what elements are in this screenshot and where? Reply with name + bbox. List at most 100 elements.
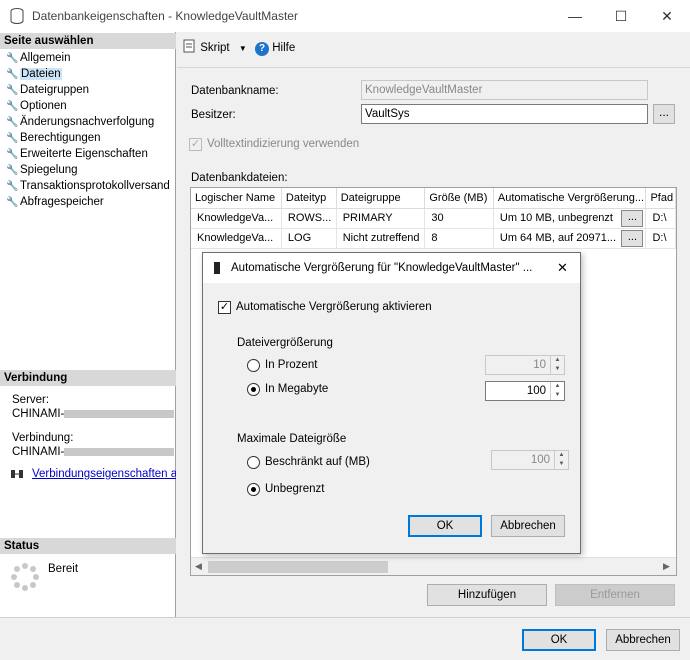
connection-header: Verbindung [0, 370, 176, 386]
page-item-dateien[interactable]: 🔧 Dateien [6, 66, 62, 82]
page-item-spiegelung[interactable]: 🔧 Spiegelung [6, 162, 78, 178]
close-button[interactable]: ✕ [644, 0, 690, 32]
spinner-arrows-icon: ▲ ▼ [550, 356, 564, 374]
minimize-button[interactable]: — [552, 0, 598, 32]
grid-header-row: Logischer Name Dateityp Dateigruppe Größ… [191, 188, 676, 209]
column-header[interactable]: Pfad [645, 188, 676, 209]
column-header[interactable]: Dateityp [281, 188, 337, 209]
wrench-icon: 🔧 [6, 133, 19, 144]
percent-label[interactable]: In Prozent [265, 359, 317, 371]
horizontal-scrollbar[interactable]: ◀ ▶ [191, 557, 676, 575]
connection-properties-link[interactable]: Verbindungseigenschaften anz [32, 468, 176, 480]
page-item-berechtigungen[interactable]: 🔧 Berechtigungen [6, 130, 101, 146]
ok-button[interactable]: OK [522, 629, 596, 651]
autogrow-browse-button[interactable]: ... [621, 209, 644, 227]
scrollbar-thumb[interactable] [208, 561, 388, 573]
unlimited-label[interactable]: Unbegrenzt [265, 483, 324, 495]
wrench-icon: 🔧 [6, 53, 19, 64]
wrench-icon: 🔧 [6, 181, 19, 192]
script-icon [183, 39, 195, 53]
page-item-erweiterte-eigenschaften[interactable]: 🔧 Erweiterte Eigenschaften [6, 146, 148, 162]
database-icon [214, 262, 220, 274]
window-title: Datenbankeigenschaften - KnowledgeVaultM… [32, 9, 298, 23]
table-cell[interactable]: PRIMARY [336, 208, 426, 229]
dialog-ok-button[interactable]: OK [408, 515, 482, 537]
column-header[interactable]: Größe (MB) [424, 188, 494, 209]
unlimited-radio[interactable] [247, 483, 260, 496]
status-value: Bereit [48, 563, 79, 575]
wrench-icon: 🔧 [6, 69, 19, 80]
limited-label[interactable]: Beschränkt auf (MB) [265, 456, 370, 468]
help-icon: ? [255, 42, 269, 56]
column-header[interactable]: Dateigruppe [336, 188, 426, 209]
owner-browse-button[interactable]: ... [653, 104, 675, 124]
table-cell[interactable]: Um 64 MB, auf 20971...... [493, 228, 647, 249]
table-cell[interactable]: LOG [281, 228, 337, 249]
page-item-allgemein[interactable]: 🔧 Allgemein [6, 50, 71, 66]
chevron-down-icon: ▼ [238, 44, 247, 53]
wrench-icon: 🔧 [6, 101, 19, 112]
table-cell[interactable]: Nicht zutreffend [336, 228, 426, 249]
table-cell[interactable]: KnowledgeVa... [191, 228, 282, 249]
connection-value: CHINAMI- [12, 446, 174, 458]
column-header[interactable]: Automatische Vergrößerung... [493, 188, 647, 209]
table-cell[interactable]: 30 [424, 208, 494, 229]
wrench-icon: 🔧 [6, 165, 19, 176]
help-button[interactable]: ? Hilfe [255, 38, 295, 58]
select-page-header: Seite auswählen [0, 33, 176, 49]
table-cell[interactable]: D:\ [645, 228, 676, 249]
page-item-dateigruppen[interactable]: 🔧 Dateigruppen [6, 82, 89, 98]
fulltext-label: Volltextindizierung verwenden [207, 138, 360, 150]
limited-radio[interactable] [247, 456, 260, 469]
table-cell[interactable]: D:\ [645, 208, 676, 229]
page-item-optionen[interactable]: 🔧 Optionen [6, 98, 67, 114]
spinner-arrows-icon[interactable]: ▲ ▼ [550, 382, 564, 400]
scroll-right-icon[interactable]: ▶ [663, 561, 670, 572]
script-button[interactable]: Skript ▼ [183, 38, 247, 58]
server-value: CHINAMI- [12, 408, 174, 420]
enable-autogrow-checkbox[interactable]: ✓ [218, 301, 231, 314]
dialog-cancel-button[interactable]: Abbrechen [491, 515, 565, 537]
maximize-button[interactable]: ☐ [598, 0, 644, 32]
fulltext-checkbox: ✓ [189, 138, 202, 151]
server-label: Server: [12, 394, 50, 406]
owner-label: Besitzer: [191, 109, 236, 121]
max-size-header: Maximale Dateigröße [237, 433, 347, 445]
page-item-transaktionsprotokollversand[interactable]: 🔧 Transaktionsprotokollversand [6, 178, 170, 194]
autogrow-browse-button[interactable]: ... [621, 229, 644, 247]
table-cell[interactable]: ROWS... [281, 208, 337, 229]
autogrow-dialog: Automatische Vergrößerung für "Knowledge… [202, 252, 581, 554]
cancel-button[interactable]: Abbrechen [606, 629, 680, 651]
wrench-icon: 🔧 [6, 197, 19, 208]
database-icon [10, 8, 24, 24]
megabyte-label[interactable]: In Megabyte [265, 383, 328, 395]
wrench-icon: 🔧 [6, 85, 19, 96]
table-cell[interactable]: Um 10 MB, unbegrenzt... [493, 208, 647, 229]
table-row[interactable]: KnowledgeVa... ROWS... PRIMARY 30 Um 10 … [191, 208, 676, 229]
dbname-label: Datenbankname: [191, 85, 279, 97]
page-item-aenderungsnachverfolgung[interactable]: 🔧 Änderungsnachverfolgung [6, 114, 154, 130]
limited-spinner: 100 ▲ ▼ [491, 450, 569, 470]
page-item-abfragespeicher[interactable]: 🔧 Abfragespeicher [6, 194, 104, 210]
dialog-close-button[interactable]: ✕ [557, 260, 568, 276]
percent-radio[interactable] [247, 359, 260, 372]
wrench-icon: 🔧 [6, 117, 19, 128]
scroll-left-icon[interactable]: ◀ [195, 561, 202, 572]
enable-autogrow-label[interactable]: Automatische Vergrößerung aktivieren [236, 301, 432, 313]
left-pane: Seite auswählen 🔧 Allgemein 🔧 Dateien 🔧 Dat… [0, 32, 176, 617]
megabyte-spinner[interactable]: 100 ▲ ▼ [485, 381, 565, 401]
dialog-title: Automatische Vergrößerung für "Knowledge… [231, 262, 533, 274]
owner-field[interactable]: VaultSys [361, 104, 648, 124]
remove-button: Entfernen [555, 584, 675, 606]
megabyte-radio[interactable] [247, 383, 260, 396]
table-row[interactable]: KnowledgeVa... LOG Nicht zutreffend 8 Um… [191, 228, 676, 249]
add-button[interactable]: Hinzufügen [427, 584, 547, 606]
column-header[interactable]: Logischer Name [191, 188, 282, 209]
table-cell[interactable]: KnowledgeVa... [191, 208, 282, 229]
percent-spinner: 10 ▲ ▼ [485, 355, 565, 375]
title-bar: Datenbankeigenschaften - KnowledgeVaultM… [0, 0, 690, 32]
table-cell[interactable]: 8 [424, 228, 494, 249]
connection-label: Verbindung: [12, 432, 74, 444]
dialog-title-bar: Automatische Vergrößerung für "Knowledge… [203, 253, 580, 283]
connection-icon [11, 470, 23, 478]
